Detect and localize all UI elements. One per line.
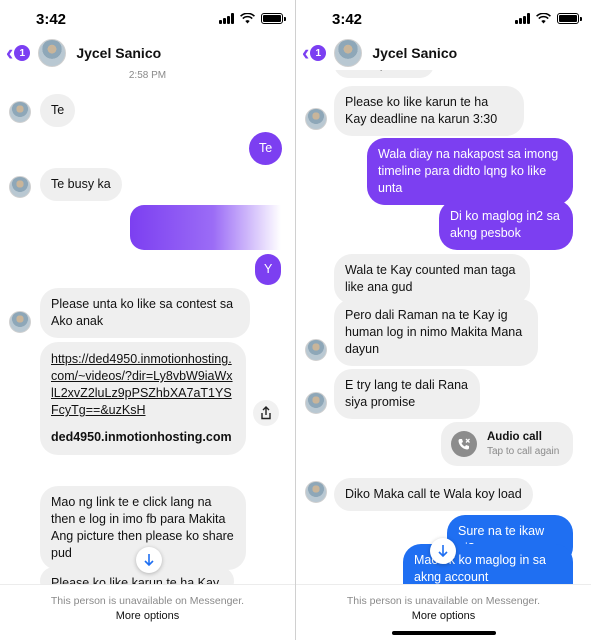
missed-call-icon bbox=[451, 431, 477, 457]
message-incoming[interactable]: Please ko like karun te ha Kay deadline … bbox=[334, 86, 524, 136]
sender-avatar bbox=[9, 101, 31, 123]
link-domain: ded4950.inmotionhosting.com bbox=[51, 430, 232, 444]
message-incoming[interactable]: share pud bbox=[334, 70, 434, 78]
message-incoming[interactable]: Wala te Kay counted man taga like ana gu… bbox=[334, 254, 530, 304]
message-incoming[interactable]: Diko Maka call te Wala koy load bbox=[334, 478, 533, 511]
message-outgoing[interactable]: Wala diay na nakapost sa imong timeline … bbox=[367, 138, 573, 205]
message-incoming[interactable]: Pero dali Raman na te Kay ig human log i… bbox=[334, 299, 538, 366]
sender-avatar bbox=[9, 176, 31, 198]
more-options-button[interactable]: More options bbox=[296, 610, 591, 622]
status-time: 3:42 bbox=[36, 11, 67, 28]
message-link[interactable]: https://ded4950.inmotionhosting.com/~vid… bbox=[51, 352, 233, 417]
battery-icon bbox=[261, 13, 286, 24]
contact-avatar[interactable] bbox=[334, 39, 363, 67]
message-incoming[interactable]: E try lang te dali Rana siya promise bbox=[334, 369, 480, 419]
back-button[interactable]: ‹ 1 bbox=[302, 40, 327, 65]
right-screenshot: 3:42 ‹ 1 Jycel Sanico share pud Please k… bbox=[296, 0, 591, 640]
unavailable-notice: This person is unavailable on Messenger. bbox=[346, 595, 541, 607]
signal-icon bbox=[219, 13, 234, 24]
status-bar: 3:42 bbox=[296, 0, 591, 36]
share-icon bbox=[261, 406, 271, 420]
message-outgoing[interactable]: Mao ok ko maglog in sa akng account bbox=[403, 544, 573, 584]
scroll-down-button[interactable] bbox=[136, 547, 162, 573]
call-subtitle: Tap to call again bbox=[487, 446, 560, 457]
audio-call-card[interactable]: Audio call Tap to call again bbox=[441, 422, 573, 466]
wifi-icon bbox=[536, 13, 551, 24]
message-incoming[interactable]: Please unta ko like sa contest sa Ako an… bbox=[40, 288, 250, 338]
sender-avatar bbox=[9, 311, 31, 333]
left-screenshot: 3:42 ‹ 1 Jycel Sanico 2:58 PM Te Te Te b… bbox=[0, 0, 295, 640]
contact-avatar[interactable] bbox=[38, 39, 67, 67]
call-title: Audio call bbox=[487, 431, 542, 443]
sender-avatar bbox=[305, 339, 327, 361]
conversation-header: ‹ 1 Jycel Sanico bbox=[0, 36, 295, 70]
message-timestamp: 2:58 PM bbox=[128, 70, 167, 81]
unread-badge: 1 bbox=[310, 45, 327, 61]
home-indicator bbox=[391, 631, 496, 635]
message-incoming[interactable]: Please ko like karun te ha Kay bbox=[40, 567, 234, 584]
share-button[interactable] bbox=[253, 400, 279, 426]
status-icons bbox=[515, 13, 582, 24]
status-bar: 3:42 bbox=[0, 0, 295, 36]
unread-badge: 1 bbox=[14, 45, 31, 61]
sender-avatar bbox=[305, 392, 327, 414]
message-outgoing[interactable]: Te bbox=[249, 132, 283, 165]
scroll-down-arrow-icon bbox=[144, 554, 154, 567]
message-outgoing[interactable]: Di ko maglog in2 sa akng pesbok bbox=[439, 200, 573, 250]
status-icons bbox=[219, 13, 286, 24]
link-message[interactable]: https://ded4950.inmotionhosting.com/~vid… bbox=[40, 342, 246, 455]
message-incoming[interactable]: Te bbox=[40, 94, 76, 127]
scroll-down-button[interactable] bbox=[430, 538, 456, 564]
redacted-message bbox=[130, 205, 281, 250]
chat-footer: This person is unavailable on Messenger.… bbox=[296, 584, 591, 640]
conversation-header: ‹ 1 Jycel Sanico bbox=[296, 36, 591, 70]
back-button[interactable]: ‹ 1 bbox=[6, 40, 31, 65]
more-options-button[interactable]: More options bbox=[0, 610, 295, 622]
scroll-down-arrow-icon bbox=[438, 545, 448, 558]
sender-avatar bbox=[305, 481, 327, 503]
back-chevron-icon: ‹ bbox=[302, 40, 310, 65]
contact-name[interactable]: Jycel Sanico bbox=[372, 45, 457, 61]
message-thread[interactable]: 2:58 PM Te Te Te busy ka Y Please unta k… bbox=[0, 70, 295, 584]
battery-icon bbox=[557, 13, 582, 24]
chat-footer: This person is unavailable on Messenger.… bbox=[0, 584, 295, 640]
back-chevron-icon: ‹ bbox=[6, 40, 14, 65]
message-thread[interactable]: share pud Please ko like karun te ha Kay… bbox=[296, 70, 591, 584]
message-incoming[interactable]: Te busy ka bbox=[40, 168, 122, 201]
unavailable-notice: This person is unavailable on Messenger. bbox=[50, 595, 245, 607]
signal-icon bbox=[515, 13, 530, 24]
sender-avatar bbox=[305, 108, 327, 130]
contact-name[interactable]: Jycel Sanico bbox=[76, 45, 161, 61]
status-time: 3:42 bbox=[332, 11, 363, 28]
wifi-icon bbox=[240, 13, 255, 24]
message-outgoing[interactable]: Y bbox=[255, 254, 282, 285]
